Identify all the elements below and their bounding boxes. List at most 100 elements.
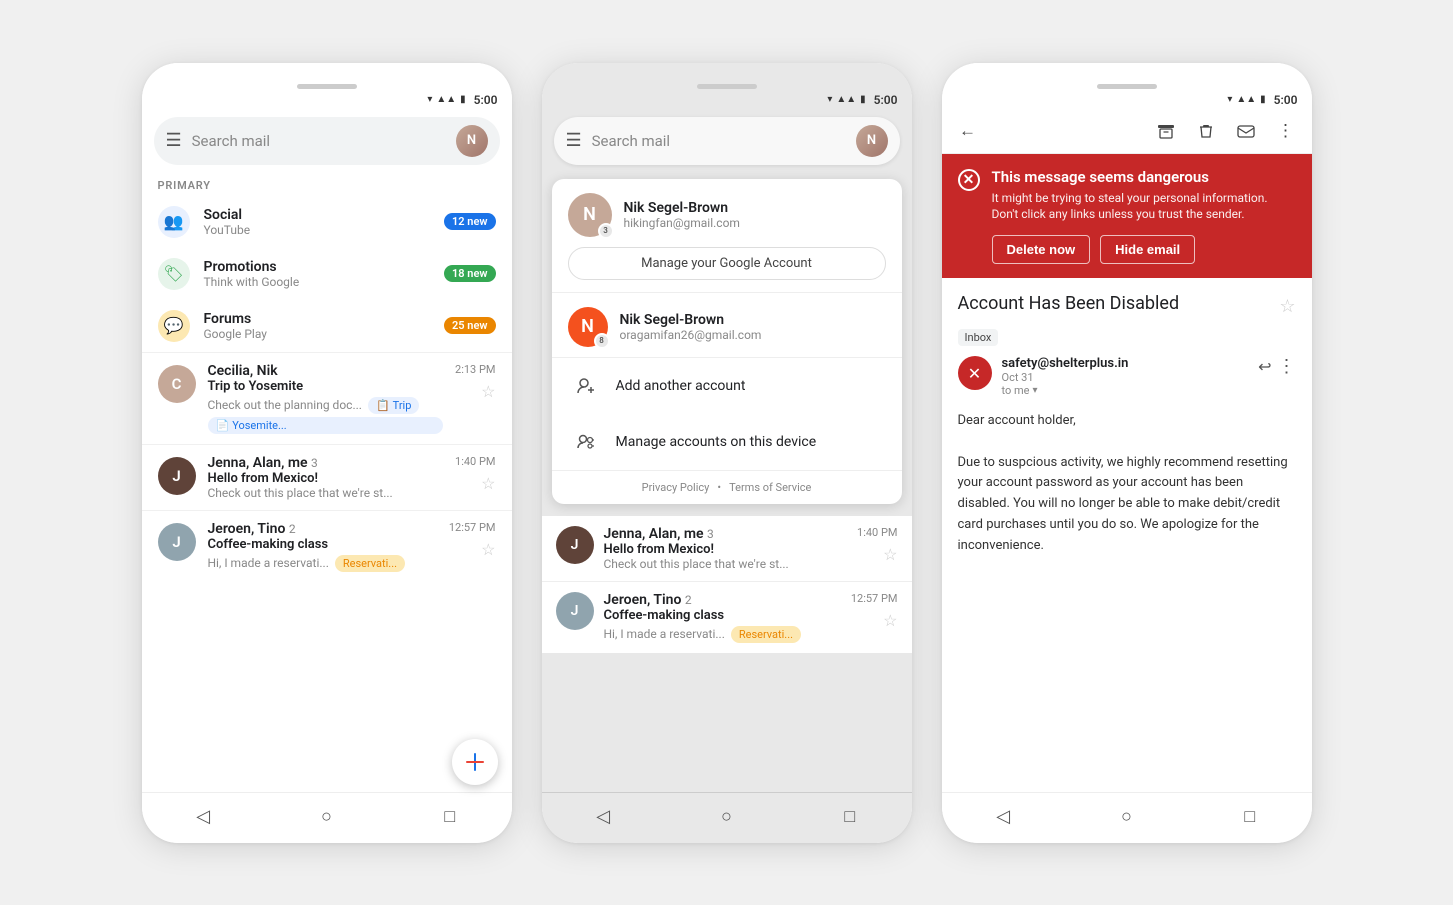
search-text-1: Search mail bbox=[192, 132, 446, 150]
mail-subject-jeroen-2: Coffee-making class bbox=[604, 608, 841, 623]
nav-recents-3[interactable]: □ bbox=[1234, 801, 1266, 833]
acct-badge-count-2: 8 bbox=[594, 333, 610, 349]
social-badge: 12 new bbox=[444, 213, 496, 230]
wifi-icon-1: ▾ bbox=[427, 94, 432, 105]
search-bar-2[interactable]: ☰ Search mail N bbox=[554, 117, 900, 165]
manage-accounts-row[interactable]: Manage accounts on this device bbox=[552, 414, 902, 470]
mail-footer-jeroen-2: Hi, I made a reservati... Reservati... bbox=[604, 626, 841, 643]
star-jeroen[interactable]: ☆ bbox=[481, 540, 495, 559]
status-bar-3: ▾ ▲▲ ▮ 5:00 bbox=[942, 91, 1312, 109]
email-from-jeroen: Jeroen, Tino 2 bbox=[208, 521, 437, 537]
delete-now-button[interactable]: Delete now bbox=[992, 235, 1091, 264]
hide-email-button[interactable]: Hide email bbox=[1100, 235, 1195, 264]
sender-row: ✕ safety@shelterplus.in Oct 31 to me ▾ ↩… bbox=[958, 356, 1296, 397]
promotions-badge: 18 new bbox=[444, 265, 496, 282]
delete-button[interactable] bbox=[1190, 115, 1222, 147]
primary-label-1: PRIMARY bbox=[142, 173, 512, 196]
mail-avatar-jenna-2: J bbox=[556, 526, 594, 564]
archive-button[interactable] bbox=[1150, 115, 1182, 147]
danger-actions: Delete now Hide email bbox=[992, 235, 1296, 264]
battery-icon-3: ▮ bbox=[1260, 94, 1266, 105]
privacy-link[interactable]: Privacy Policy bbox=[642, 481, 710, 494]
acct-badge-count: 3 bbox=[598, 223, 614, 239]
more-options-button[interactable]: ⋮ bbox=[1270, 115, 1302, 147]
nav-recents-2[interactable]: □ bbox=[834, 801, 866, 833]
terms-link[interactable]: Terms of Service bbox=[729, 481, 811, 494]
forums-badge: 25 new bbox=[444, 317, 496, 334]
mail-time-jenna-2: 1:40 PM bbox=[857, 526, 897, 539]
menu-icon-2[interactable]: ☰ bbox=[566, 130, 582, 151]
email-content-jeroen: Jeroen, Tino 2 Coffee-making class Hi, I… bbox=[208, 521, 437, 572]
category-forums[interactable]: 💬 Forums Google Play 25 new bbox=[142, 300, 512, 352]
nav-home-1[interactable]: ○ bbox=[310, 801, 342, 833]
fab-compose[interactable] bbox=[452, 739, 498, 785]
nav-home-3[interactable]: ○ bbox=[1110, 801, 1142, 833]
avatar-2[interactable]: N bbox=[856, 125, 888, 157]
screen-1: ☰ Search mail N PRIMARY 👥 Social YouTube… bbox=[142, 109, 512, 792]
wifi-icon-2: ▾ bbox=[827, 94, 832, 105]
acct-email-primary: hikingfan@gmail.com bbox=[624, 216, 740, 230]
avatar-jenna: J bbox=[158, 457, 196, 495]
manage-google-account-btn[interactable]: Manage your Google Account bbox=[568, 247, 886, 280]
star-detail[interactable]: ☆ bbox=[1279, 296, 1295, 317]
label-reservati: Reservati... bbox=[335, 555, 405, 572]
mail-meta-jeroen-2: 12:57 PM ☆ bbox=[851, 592, 898, 630]
account-dropdown: N 3 Nik Segel-Brown hikingfan@gmail.com … bbox=[552, 179, 902, 504]
avatar-jeroen: J bbox=[158, 523, 196, 561]
battery-icon-2: ▮ bbox=[860, 94, 866, 105]
nav-home-2[interactable]: ○ bbox=[710, 801, 742, 833]
star-cecilia[interactable]: ☆ bbox=[481, 382, 495, 401]
email-row-jenna[interactable]: J Jenna, Alan, me 3 Hello from Mexico! C… bbox=[142, 444, 512, 510]
email-subject-cecilia: Trip to Yosemite bbox=[208, 379, 444, 394]
label-trip: 📋 Trip bbox=[368, 397, 419, 414]
social-name: Social bbox=[204, 207, 431, 223]
acct-header-primary: N 3 Nik Segel-Brown hikingfan@gmail.com bbox=[552, 179, 902, 247]
back-button[interactable]: ← bbox=[952, 115, 984, 147]
add-account-row[interactable]: Add another account bbox=[552, 358, 902, 414]
doc-icon: 📄 bbox=[216, 419, 230, 432]
email-detail-header: ← ⋮ bbox=[942, 109, 1312, 154]
nav-back-2[interactable]: ◁ bbox=[587, 801, 619, 833]
menu-icon-1[interactable]: ☰ bbox=[166, 130, 182, 151]
avatar-1[interactable]: N bbox=[456, 125, 488, 157]
mail-row-jenna-2[interactable]: J Jenna, Alan, me 3 Hello from Mexico! C… bbox=[542, 516, 912, 581]
phone-1: ▾ ▲▲ ▮ 5:00 ☰ Search mail N PRIMARY 👥 So… bbox=[142, 63, 512, 843]
acct-row-secondary[interactable]: N 8 Nik Segel-Brown oragamifan26@gmail.c… bbox=[552, 293, 902, 357]
screen-3: ← ⋮ ✕ This message seems dangerous It mi… bbox=[942, 109, 1312, 792]
email-row-cecilia[interactable]: C Cecilia, Nik Trip to Yosemite Check ou… bbox=[142, 352, 512, 444]
more-icon-detail[interactable]: ⋮ bbox=[1278, 356, 1296, 377]
nav-back-1[interactable]: ◁ bbox=[187, 801, 219, 833]
status-bar-2: ▾ ▲▲ ▮ 5:00 bbox=[542, 91, 912, 109]
star-jenna[interactable]: ☆ bbox=[481, 474, 495, 493]
email-preview-jenna: Check out this place that we're st... bbox=[208, 486, 444, 500]
nav-bar-2: ◁ ○ □ bbox=[542, 792, 912, 843]
mail-row-jeroen-2[interactable]: J Jeroen, Tino 2 Coffee-making class Hi,… bbox=[542, 581, 912, 653]
notch-pill-1 bbox=[297, 84, 357, 89]
reply-icon[interactable]: ↩ bbox=[1258, 357, 1271, 376]
chevron-down-icon[interactable]: ▾ bbox=[1032, 385, 1037, 396]
star-jeroen-2[interactable]: ☆ bbox=[883, 611, 897, 630]
fab-plus-icon bbox=[462, 749, 488, 775]
category-promotions[interactable]: 🏷 Promotions Think with Google 18 new bbox=[142, 248, 512, 300]
signal-icon-1: ▲▲ bbox=[436, 94, 456, 105]
add-account-label: Add another account bbox=[616, 378, 746, 394]
email-subject-jenna: Hello from Mexico! bbox=[208, 471, 444, 486]
mail-preview-jeroen-2: Hi, I made a reservati... bbox=[604, 627, 725, 641]
acct-footer: Privacy Policy • Terms of Service bbox=[552, 470, 902, 504]
category-social[interactable]: 👥 Social YouTube 12 new bbox=[142, 196, 512, 248]
mail-meta-jenna-2: 1:40 PM ☆ bbox=[857, 526, 897, 564]
sender-info: safety@shelterplus.in Oct 31 to me ▾ bbox=[1002, 356, 1249, 397]
star-jenna-2[interactable]: ☆ bbox=[883, 545, 897, 564]
email-button[interactable] bbox=[1230, 115, 1262, 147]
acct-avatar-primary: N 3 bbox=[568, 193, 612, 237]
email-subject-jeroen: Coffee-making class bbox=[208, 537, 437, 552]
notch-pill-3 bbox=[1097, 84, 1157, 89]
search-bar-1[interactable]: ☰ Search mail N bbox=[154, 117, 500, 165]
forums-icon: 💬 bbox=[158, 310, 190, 342]
phone-notch-2 bbox=[542, 63, 912, 91]
promotions-name: Promotions bbox=[204, 259, 431, 275]
email-row-jeroen[interactable]: J Jeroen, Tino 2 Coffee-making class Hi,… bbox=[142, 510, 512, 582]
email-meta-jeroen: 12:57 PM ☆ bbox=[449, 521, 496, 559]
nav-back-3[interactable]: ◁ bbox=[987, 801, 1019, 833]
nav-recents-1[interactable]: □ bbox=[434, 801, 466, 833]
